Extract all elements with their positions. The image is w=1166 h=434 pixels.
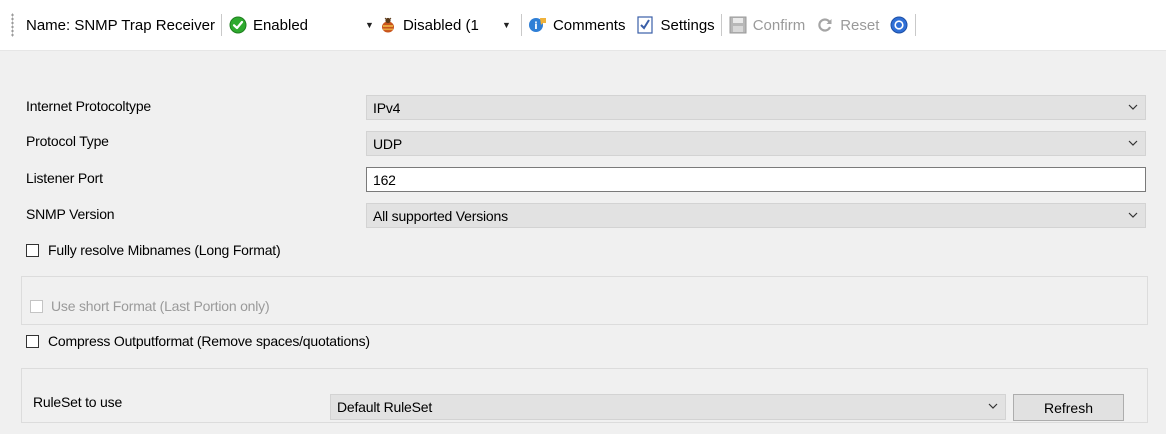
check-circle-icon (228, 15, 248, 35)
chevron-down-icon (1128, 140, 1138, 146)
toolbar-separator (520, 14, 522, 36)
protocol-type-select[interactable]: UDP (366, 131, 1146, 156)
reset-icon (815, 15, 835, 35)
listener-port-value: 162 (373, 171, 396, 188)
confirm-button[interactable]: Confirm (728, 15, 806, 35)
snmp-version-label: SNMP Version (26, 206, 115, 222)
rule-name: Name: SNMP Trap Receiver (26, 17, 215, 34)
protocol-type-select-value: UDP (373, 135, 402, 152)
protocol-type-label: Protocol Type (26, 133, 109, 149)
comments-icon: i (528, 15, 548, 35)
settings-button[interactable]: Settings (635, 15, 715, 35)
disabled-dropdown-value: Disabled (1 (402, 16, 479, 34)
reset-button[interactable]: Reset (815, 15, 879, 35)
refresh-button[interactable]: Refresh (1013, 394, 1124, 421)
toolbar: Name: SNMP Trap Receiver Enabled ▼ Disab… (0, 0, 1166, 51)
enabled-dropdown[interactable]: Enabled ▼ (228, 14, 378, 36)
debug-bug-icon (378, 15, 398, 35)
toolbar-separator (220, 14, 222, 36)
protocol-select[interactable]: IPv4 (366, 95, 1146, 120)
short-format-checkbox[interactable] (30, 300, 43, 313)
fully-resolve-label: Fully resolve Mibnames (Long Format) (48, 242, 281, 258)
toolbar-grip[interactable] (11, 13, 14, 37)
rule-name-label: Name: SNMP Trap Receiver (26, 16, 215, 34)
reset-label: Reset (840, 16, 880, 34)
chevron-down-icon: ▼ (502, 20, 511, 30)
snmp-version-select[interactable]: All supported Versions (366, 203, 1146, 228)
confirm-label: Confirm (752, 16, 806, 34)
refresh-label: Refresh (1043, 399, 1094, 416)
comments-button[interactable]: i Comments (528, 15, 626, 35)
settings-checklist-icon (635, 15, 655, 35)
disabled-dropdown[interactable]: Disabled (1 ▼ (378, 14, 515, 36)
toolbar-separator (720, 14, 722, 36)
comments-label: Comments (552, 16, 626, 34)
ruleset-select-value: Default RuleSet (337, 399, 433, 415)
toolbar-separator (915, 14, 917, 36)
protocol-select-value: IPv4 (373, 99, 401, 116)
listener-port-input[interactable]: 162 (366, 167, 1146, 192)
ruleset-label: RuleSet to use (33, 394, 123, 410)
svg-text:i: i (534, 21, 537, 32)
chevron-down-icon (988, 403, 998, 409)
fully-resolve-checkbox[interactable] (26, 244, 39, 257)
listener-port-label: Listener Port (26, 170, 103, 186)
enabled-dropdown-value: Enabled (252, 16, 309, 34)
short-format-label: Use short Format (Last Portion only) (51, 298, 270, 314)
protocol-label: Internet Protocoltype (26, 98, 151, 114)
chevron-down-icon (1128, 212, 1138, 218)
save-icon (728, 15, 748, 35)
snmp-version-select-value: All supported Versions (373, 207, 508, 224)
compress-checkbox[interactable] (26, 335, 39, 348)
help-icon (889, 15, 909, 35)
chevron-down-icon (1128, 104, 1138, 110)
help-button[interactable] (889, 15, 909, 35)
compress-label: Compress Outputformat (Remove spaces/quo… (48, 333, 370, 349)
chevron-down-icon: ▼ (365, 20, 374, 30)
settings-label: Settings (660, 16, 715, 34)
ruleset-select[interactable]: Default RuleSet (330, 394, 1006, 420)
